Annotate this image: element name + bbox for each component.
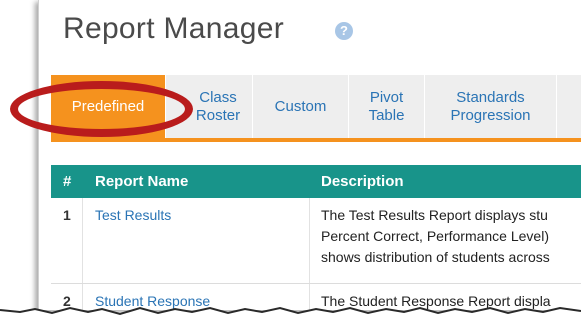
tab-predefined[interactable]: Predefined bbox=[51, 75, 166, 138]
column-header-number: # bbox=[63, 173, 72, 190]
tab-label: Pivot Table bbox=[368, 88, 405, 124]
description-line: Percent Correct, Performance Level) bbox=[321, 228, 549, 244]
description-line: shows distribution of students across bbox=[321, 249, 550, 265]
table-row: 2 Student Response The Student Response … bbox=[51, 293, 581, 310]
tab-label: Predefined bbox=[71, 97, 145, 115]
tab-label: Custom bbox=[274, 97, 327, 115]
report-manager-panel: Report Manager ? Predefined Class Roster… bbox=[38, 0, 581, 310]
row-divider bbox=[51, 283, 581, 284]
report-link-student-response[interactable]: Student Response bbox=[95, 293, 210, 309]
tab-standards-progression[interactable]: Standards Progression bbox=[425, 75, 557, 138]
report-tabs: Predefined Class Roster Custom Pivot Tab… bbox=[51, 75, 581, 142]
report-description: The Test Results Report displays stu Per… bbox=[321, 205, 550, 268]
column-header-report-name[interactable]: Report Name bbox=[95, 165, 188, 198]
column-header-description[interactable]: Description bbox=[321, 165, 404, 198]
description-line: The Test Results Report displays stu bbox=[321, 207, 548, 223]
help-icon[interactable]: ? bbox=[335, 22, 353, 40]
report-link-test-results[interactable]: Test Results bbox=[95, 207, 171, 223]
tab-label: Class Roster bbox=[195, 88, 241, 124]
page-title: Report Manager bbox=[63, 12, 284, 45]
tab-pivot-table[interactable]: Pivot Table bbox=[349, 75, 425, 138]
tab-custom[interactable]: Custom bbox=[253, 75, 349, 138]
report-description: The Student Response Report displa bbox=[321, 293, 551, 309]
tab-label: Standards Progression bbox=[450, 88, 531, 124]
row-number: 2 bbox=[63, 293, 71, 309]
table-header: # Report Name Description bbox=[51, 165, 581, 198]
table-row: 1 Test Results The Test Results Report d… bbox=[51, 207, 581, 287]
row-number: 1 bbox=[63, 207, 71, 223]
tab-more[interactable] bbox=[557, 75, 581, 138]
tab-class-roster[interactable]: Class Roster bbox=[166, 75, 253, 138]
